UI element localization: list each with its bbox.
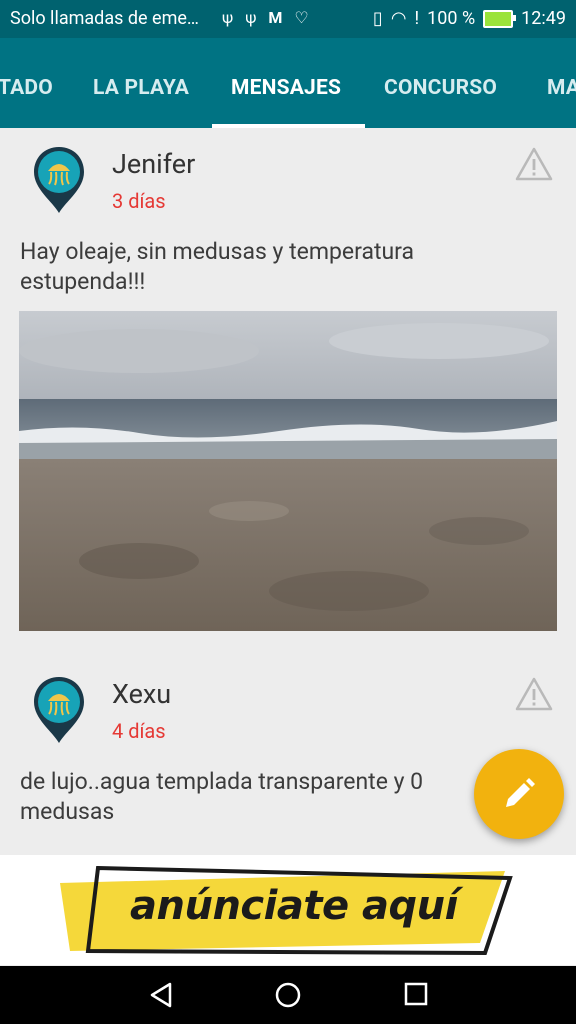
post-text: de lujo..agua templada transparente y 0 … bbox=[20, 768, 424, 825]
vibrate-icon: ▯ bbox=[372, 8, 383, 29]
jellyfish-pin-icon bbox=[34, 677, 84, 743]
notification-text: Solo llamadas de eme… bbox=[10, 8, 199, 29]
notification-icons: ψ ψ M ♡ bbox=[222, 8, 309, 27]
wifi-icon: ◠ bbox=[390, 8, 407, 29]
clock: 12:49 bbox=[521, 8, 566, 29]
report-warning-icon[interactable] bbox=[514, 146, 554, 182]
ad-text: anúnciate aquí bbox=[130, 883, 458, 929]
health-icon: ♡ bbox=[294, 8, 309, 27]
post-text: Hay oleaje, sin medusas y temperatura es… bbox=[20, 238, 415, 295]
system-navigation-bar bbox=[0, 966, 576, 1024]
tab-more[interactable]: MA bbox=[547, 76, 576, 100]
back-icon[interactable] bbox=[148, 982, 174, 1008]
pencil-icon bbox=[506, 778, 535, 807]
alert-icon: ! bbox=[414, 8, 420, 29]
status-bar: Solo llamadas de eme… ψ ψ M ♡ ▯ ◠ ! 100 … bbox=[0, 0, 576, 38]
usb-icon: ψ bbox=[222, 8, 234, 27]
tab-concurso[interactable]: CONCURSO bbox=[384, 76, 497, 100]
tab-la-playa[interactable]: LA PLAYA bbox=[93, 76, 189, 100]
jellyfish-pin-icon bbox=[34, 147, 84, 213]
post-time: 3 días bbox=[112, 189, 166, 213]
active-tab-indicator bbox=[212, 124, 365, 128]
gmail-icon: M bbox=[268, 8, 283, 27]
ad-banner[interactable]: anúnciate aquí bbox=[0, 855, 576, 965]
usb-icon: ψ bbox=[245, 8, 257, 27]
post-author[interactable]: Xexu bbox=[112, 678, 171, 710]
tab-mensajes[interactable]: MENSAJES bbox=[231, 76, 341, 100]
report-warning-icon[interactable] bbox=[514, 676, 554, 712]
tab-listado[interactable]: TADO bbox=[0, 76, 53, 100]
battery-percent: 100 % bbox=[427, 8, 476, 29]
recents-icon[interactable] bbox=[404, 982, 428, 1006]
post-author[interactable]: Jenifer bbox=[112, 148, 195, 180]
home-icon[interactable] bbox=[275, 982, 301, 1008]
post-time: 4 días bbox=[112, 719, 166, 743]
compose-message-button[interactable] bbox=[474, 749, 564, 839]
battery-icon bbox=[483, 9, 517, 28]
tab-bar: TADO LA PLAYA MENSAJES CONCURSO MA bbox=[0, 38, 576, 128]
beach-photo[interactable] bbox=[19, 311, 557, 631]
system-status: ▯ ◠ ! 100 % 12:49 bbox=[373, 8, 566, 29]
